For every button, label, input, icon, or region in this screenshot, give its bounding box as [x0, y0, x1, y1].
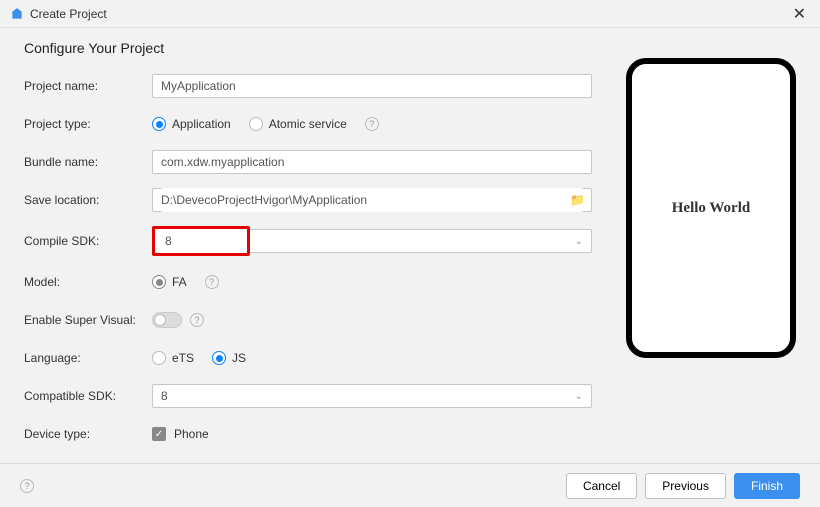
row-project-type: Project type: Application Atomic service… — [24, 112, 606, 136]
save-location-input[interactable] — [161, 188, 583, 212]
row-project-name: Project name: — [24, 74, 606, 98]
radio-icon — [249, 117, 263, 131]
titlebar: Create Project ✕ — [0, 0, 820, 28]
help-icon[interactable]: ? — [205, 275, 219, 289]
row-enable-super-visual: Enable Super Visual: ? — [24, 308, 606, 332]
bundle-name-input[interactable] — [152, 150, 592, 174]
help-icon[interactable]: ? — [20, 479, 34, 493]
chevron-down-icon: ⌄ — [575, 236, 583, 247]
help-icon[interactable]: ? — [365, 117, 379, 131]
radio-label: JS — [232, 351, 246, 365]
compile-sdk-select-extend[interactable]: ⌄ — [250, 229, 592, 253]
radio-icon — [152, 275, 166, 289]
radio-application[interactable]: Application — [152, 117, 231, 131]
radio-ets[interactable]: eTS — [152, 351, 194, 365]
enable-super-visual-toggle[interactable] — [152, 312, 182, 328]
device-preview: Hello World — [626, 58, 796, 358]
row-model: Model: FA ? — [24, 270, 606, 294]
row-save-location: Save location: 📁 — [24, 188, 606, 212]
page-title: Configure Your Project — [24, 40, 606, 56]
radio-icon — [152, 351, 166, 365]
cancel-button-label: Cancel — [583, 479, 620, 493]
save-location-input-wrapper: 📁 — [152, 188, 592, 212]
app-logo-icon — [10, 7, 24, 21]
compile-sdk-select[interactable]: 8 — [152, 226, 250, 256]
row-bundle-name: Bundle name: — [24, 150, 606, 174]
previous-button-label: Previous — [662, 479, 709, 493]
radio-label: Application — [172, 117, 231, 131]
label-project-name: Project name: — [24, 79, 152, 93]
radio-atomic-service[interactable]: Atomic service — [249, 117, 347, 131]
phone-checkbox[interactable]: ✓ — [152, 427, 166, 441]
chevron-down-icon: ⌄ — [575, 391, 583, 402]
radio-label: Atomic service — [269, 117, 347, 131]
content-area: Configure Your Project Project name: Pro… — [0, 28, 820, 498]
label-language: Language: — [24, 351, 152, 365]
compatible-sdk-select[interactable]: 8 ⌄ — [152, 384, 592, 408]
radio-js[interactable]: JS — [212, 351, 246, 365]
footer: ? Cancel Previous Finish — [0, 463, 820, 507]
label-device-type: Device type: — [24, 427, 152, 441]
radio-icon — [212, 351, 226, 365]
project-name-input[interactable] — [152, 74, 592, 98]
finish-button-label: Finish — [751, 479, 783, 493]
form-area: Configure Your Project Project name: Pro… — [24, 40, 626, 498]
preview-text: Hello World — [672, 200, 750, 217]
label-bundle-name: Bundle name: — [24, 155, 152, 169]
label-compatible-sdk: Compatible SDK: — [24, 389, 152, 403]
label-compile-sdk: Compile SDK: — [24, 234, 152, 248]
help-icon[interactable]: ? — [190, 313, 204, 327]
close-icon[interactable]: ✕ — [789, 4, 810, 24]
row-compatible-sdk: Compatible SDK: 8 ⌄ — [24, 384, 606, 408]
label-model: Model: — [24, 275, 152, 289]
label-project-type: Project type: — [24, 117, 152, 131]
row-device-type: Device type: ✓ Phone — [24, 422, 606, 446]
compile-sdk-value: 8 — [165, 234, 172, 248]
previous-button[interactable]: Previous — [645, 473, 726, 499]
label-enable-super-visual: Enable Super Visual: — [24, 313, 152, 327]
row-compile-sdk: Compile SDK: 8 ⌄ — [24, 226, 606, 256]
preview-panel: Hello World — [626, 40, 796, 498]
radio-label: eTS — [172, 351, 194, 365]
cancel-button[interactable]: Cancel — [566, 473, 637, 499]
compatible-sdk-value: 8 — [161, 389, 168, 403]
radio-fa[interactable]: FA — [152, 275, 187, 289]
checkbox-label: Phone — [174, 427, 209, 441]
radio-icon — [152, 117, 166, 131]
radio-label: FA — [172, 275, 187, 289]
finish-button[interactable]: Finish — [734, 473, 800, 499]
row-language: Language: eTS JS — [24, 346, 606, 370]
label-save-location: Save location: — [24, 193, 152, 207]
window-title: Create Project — [30, 7, 107, 21]
